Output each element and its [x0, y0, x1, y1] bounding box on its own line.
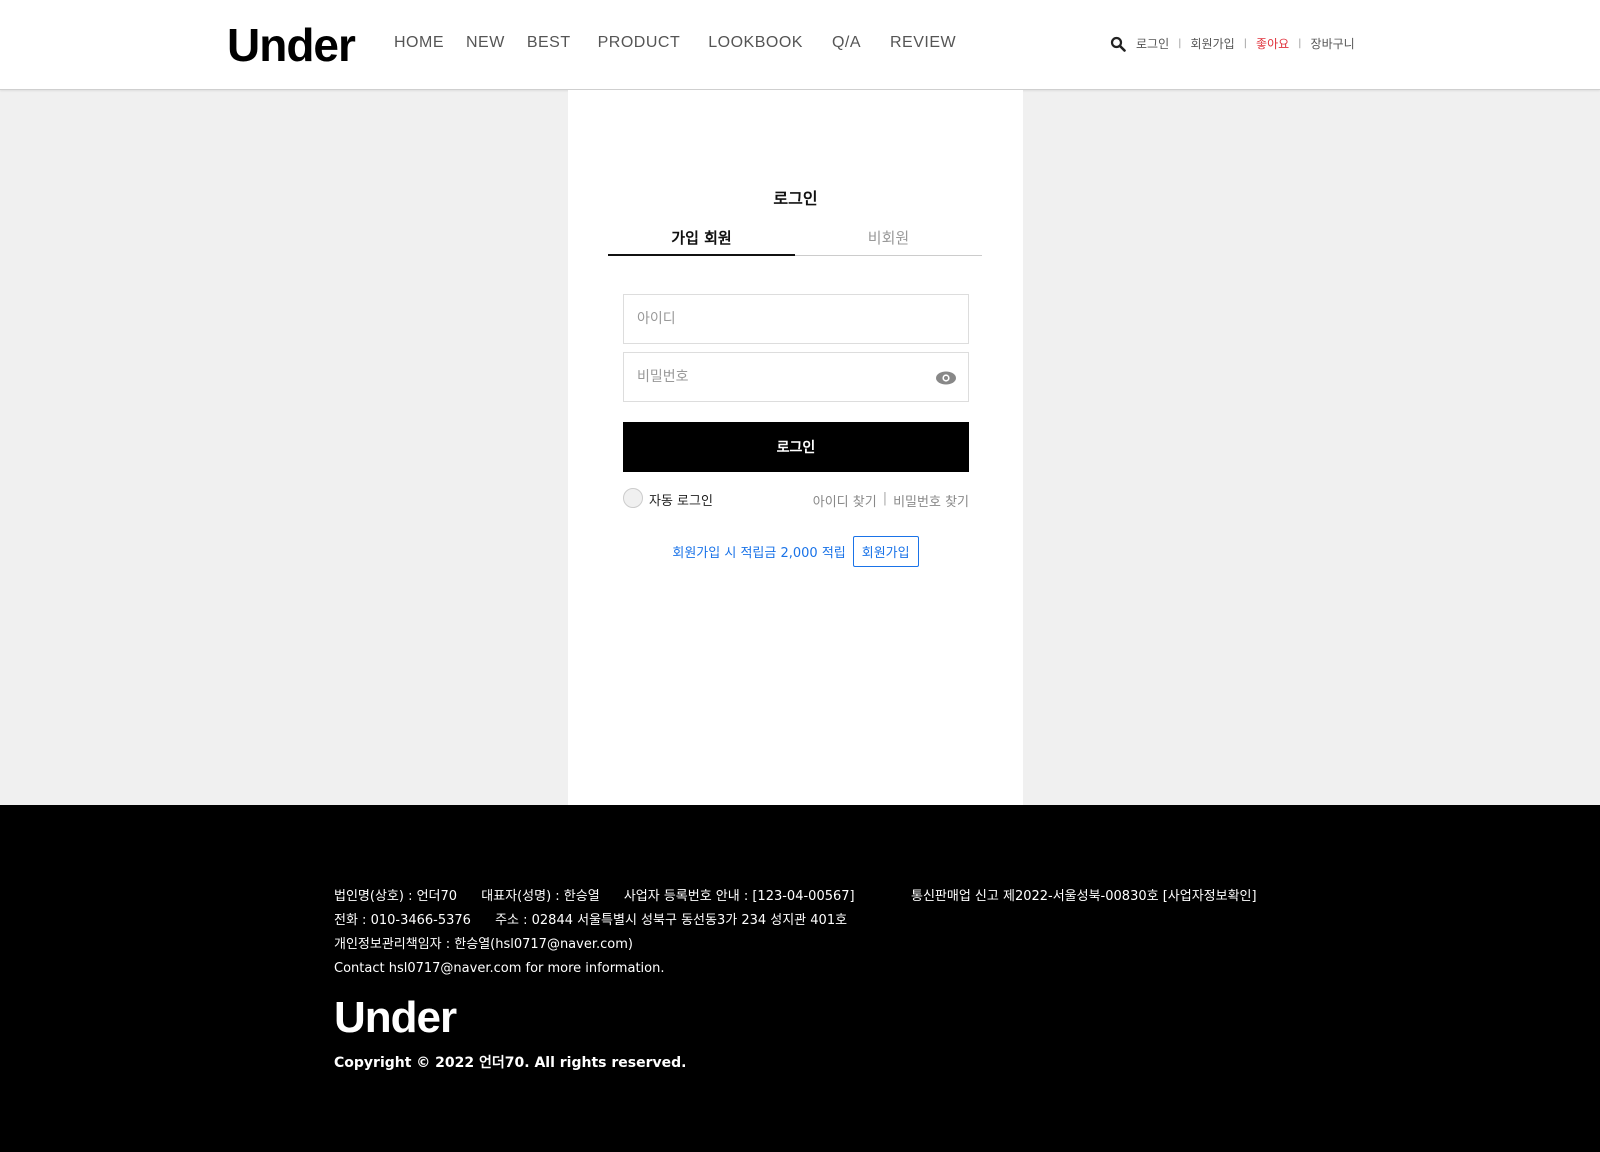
- ceo-name: 대표자(성명) : 한승열: [481, 889, 600, 904]
- mail-order-registration[interactable]: 통신판매업 신고 제2022-서울성북-00830호 [사업자정보확인]: [911, 885, 1257, 909]
- site-logo[interactable]: Under: [227, 18, 356, 72]
- util-login-link[interactable]: 로그인: [1136, 35, 1169, 52]
- footer-logo: Under: [334, 993, 457, 1042]
- copyright: Copyright © 2022 언더70. All rights reserv…: [334, 1055, 687, 1071]
- find-id-link[interactable]: 아이디 찾기: [813, 491, 877, 510]
- info-row: 법인명(상호) : 언더70 대표자(성명) : 한승열 사업자 등록번호 안내…: [334, 885, 875, 909]
- nav-lookbook[interactable]: LOOKBOOK: [708, 34, 803, 52]
- main-nav: HOME NEW BEST PRODUCT LOOKBOOK Q/A REVIE…: [394, 34, 978, 52]
- password-field-wrapper: [623, 352, 969, 402]
- eye-icon[interactable]: [935, 370, 957, 386]
- login-button[interactable]: 로그인: [623, 422, 969, 472]
- util-cart-link[interactable]: 장바구니: [1311, 35, 1355, 52]
- password-input[interactable]: [624, 353, 968, 401]
- site-footer: 법인명(상호) : 언더70 대표자(성명) : 한승열 사업자 등록번호 안내…: [0, 805, 1600, 1152]
- nav-home[interactable]: HOME: [394, 34, 444, 52]
- utility-menu: 로그인 | 회원가입 | 좋아요 | 장바구니: [1110, 35, 1355, 52]
- signup-button[interactable]: 회원가입: [852, 536, 919, 567]
- contact-line: Contact hsl0717@naver.com for more infor…: [334, 961, 665, 976]
- business-number: 사업자 등록번호 안내 : [123-04-00567]: [623, 889, 855, 904]
- info-row: Contact hsl0717@naver.com for more infor…: [334, 957, 875, 981]
- find-password-link[interactable]: 비밀번호 찾기: [893, 491, 969, 510]
- nav-best[interactable]: BEST: [527, 34, 571, 52]
- login-options: 자동 로그인 아이디 찾기 | 비밀번호 찾기: [623, 488, 969, 510]
- find-links: 아이디 찾기 | 비밀번호 찾기: [813, 491, 969, 510]
- phone-number: 전화 : 010-3466-5376: [334, 913, 471, 928]
- auto-login-radio[interactable]: [623, 488, 643, 508]
- auto-login-label[interactable]: 자동 로그인: [649, 490, 713, 509]
- id-input[interactable]: [624, 295, 968, 343]
- promo-text: 회원가입 시 적립금 2,000 적립: [672, 546, 846, 561]
- id-field-wrapper: [623, 294, 969, 344]
- login-panel: 로그인 가입 회원 비회원 로그인 자동 로그인 아이디 찾기 | 비밀번호 찾…: [568, 90, 1023, 805]
- nav-qa[interactable]: Q/A: [832, 34, 861, 52]
- site-header: Under HOME NEW BEST PRODUCT LOOKBOOK Q/A…: [0, 0, 1600, 90]
- signup-promo: 회원가입 시 적립금 2,000 적립 회원가입: [568, 536, 1023, 567]
- company-info: 법인명(상호) : 언더70 대표자(성명) : 한승열 사업자 등록번호 안내…: [334, 885, 875, 981]
- tab-member[interactable]: 가입 회원: [608, 227, 795, 256]
- util-like-link[interactable]: 좋아요: [1256, 35, 1289, 52]
- company-name: 법인명(상호) : 언더70: [334, 889, 458, 904]
- util-signup-link[interactable]: 회원가입: [1191, 35, 1235, 52]
- util-separator: |: [1243, 38, 1248, 49]
- nav-review[interactable]: REVIEW: [890, 34, 956, 52]
- find-separator: |: [882, 491, 888, 506]
- privacy-officer: 개인정보관리책임자 : 한승열(hsl0717@naver.com): [334, 937, 633, 952]
- util-separator: |: [1178, 38, 1182, 49]
- search-icon[interactable]: [1110, 36, 1126, 52]
- member-tabs: 가입 회원 비회원: [608, 227, 982, 256]
- nav-new[interactable]: NEW: [466, 34, 505, 52]
- tab-guest[interactable]: 비회원: [795, 227, 982, 255]
- info-row: 개인정보관리책임자 : 한승열(hsl0717@naver.com): [334, 933, 875, 957]
- page-title: 로그인: [773, 189, 818, 208]
- info-row: 전화 : 010-3466-5376 주소 : 02844 서울특별시 성북구 …: [334, 909, 875, 933]
- util-separator: |: [1298, 38, 1302, 49]
- nav-product[interactable]: PRODUCT: [598, 34, 681, 52]
- address: 주소 : 02844 서울특별시 성북구 동선동3가 234 성지관 401호: [495, 913, 848, 928]
